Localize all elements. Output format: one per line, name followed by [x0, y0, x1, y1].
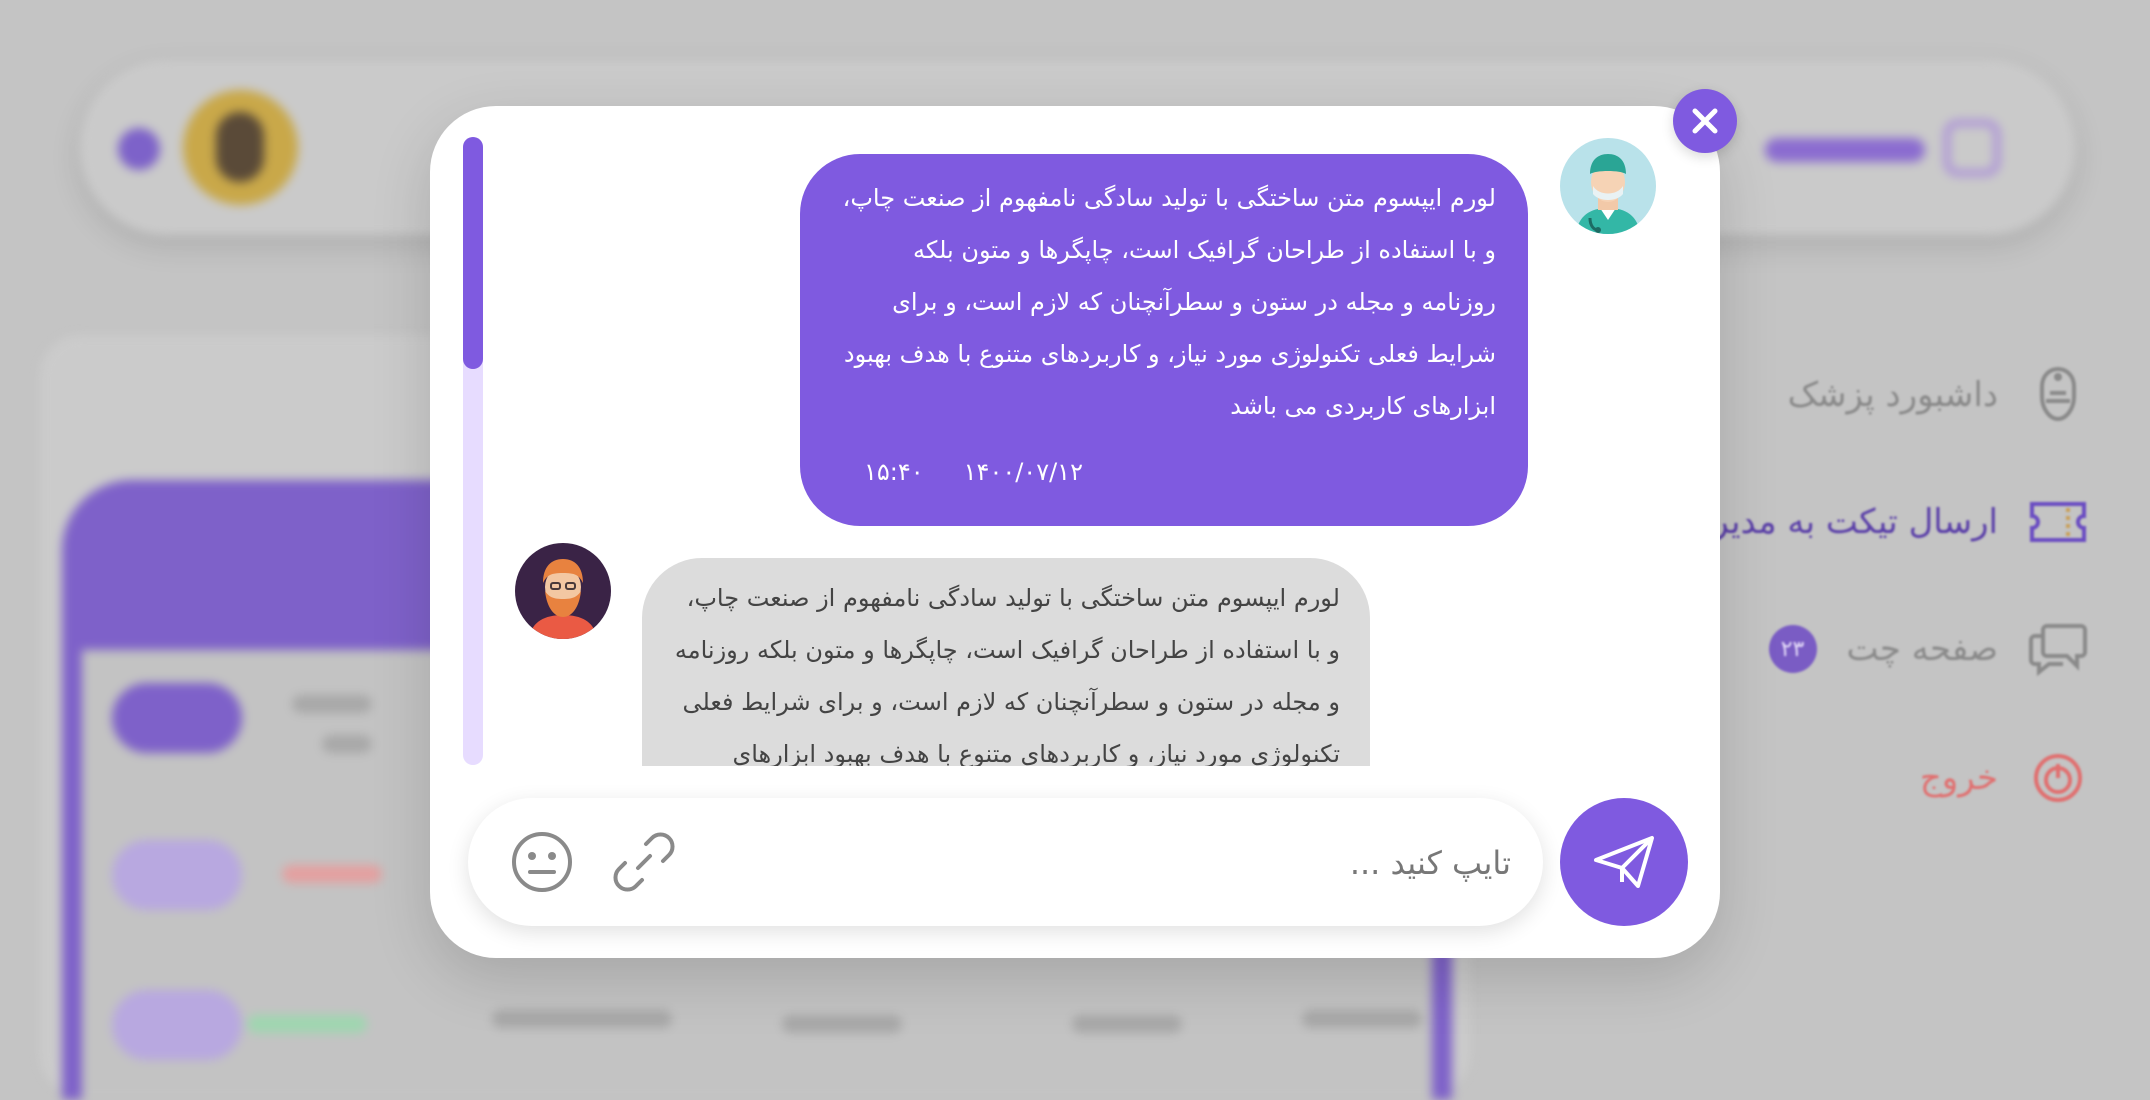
message-time: ۱۵:۴۰	[864, 458, 924, 486]
scrollbar-thumb[interactable]	[463, 137, 483, 369]
emoji-button[interactable]	[508, 828, 576, 896]
message-text: لورم ایپسوم متن ساختگی با تولید سادگی نا…	[674, 584, 1340, 766]
paperclip-icon	[613, 832, 675, 892]
sidebar-item-logout[interactable]: خروج	[1920, 743, 2088, 813]
message-list: لورم ایپسوم متن ساختگی با تولید سادگی نا…	[500, 130, 1700, 766]
message-bubble-incoming: لورم ایپسوم متن ساختگی با تولید سادگی نا…	[642, 558, 1370, 766]
emoji-icon	[512, 832, 572, 892]
attach-button[interactable]	[610, 828, 678, 896]
sidebar-item-label: داشبورد پزشک	[1787, 375, 1998, 415]
sidebar-item-dashboard[interactable]: داشبورد پزشک	[1788, 360, 2088, 430]
send-button[interactable]	[1560, 798, 1688, 926]
patient-avatar	[515, 543, 611, 639]
message-composer	[468, 798, 1543, 926]
message-bubble-outgoing: لورم ایپسوم متن ساختگی با تولید سادگی نا…	[800, 154, 1528, 526]
message-text: لورم ایپسوم متن ساختگی با تولید سادگی نا…	[842, 184, 1496, 420]
sidebar-item-label: صفحه چت	[1846, 629, 1998, 669]
power-icon	[2028, 748, 2088, 808]
chat-icon	[2028, 619, 2088, 679]
chat-count-badge: ۲۳	[1768, 625, 1817, 673]
doctor-icon	[2028, 365, 2088, 425]
sidebar-item-ticket[interactable]: ارسال تیکت به مدیریت	[1669, 487, 2088, 557]
sidebar-item-label: خروج	[1919, 758, 1998, 798]
ticket-icon	[2028, 492, 2088, 552]
sidebar-item-chat[interactable]: صفحه چت ۲۳	[1768, 614, 2088, 684]
message-meta: ۱۵:۴۰ ۱۴۰۰/۰۷/۱۲	[864, 446, 1083, 498]
message-date: ۱۴۰۰/۰۷/۱۲	[963, 458, 1083, 486]
send-icon	[1594, 836, 1654, 888]
message-input[interactable]	[809, 828, 1513, 898]
doctor-avatar	[1560, 138, 1656, 234]
